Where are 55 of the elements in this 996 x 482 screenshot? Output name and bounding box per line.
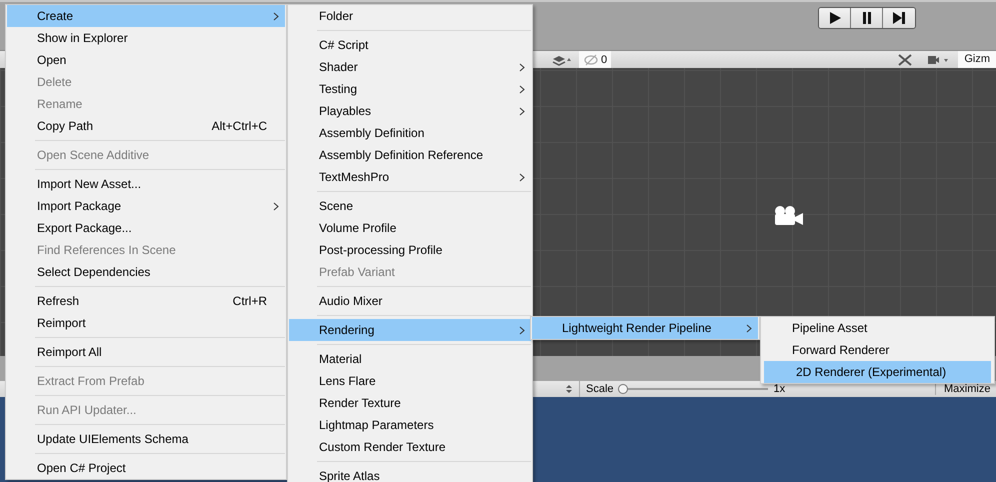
gizmos-dropdown[interactable]: Gizm [958, 51, 996, 68]
menu-item[interactable]: Export Package... [7, 217, 285, 239]
menu-item[interactable]: Forward Renderer [762, 339, 993, 361]
menu-item[interactable]: TextMeshPro [289, 166, 531, 188]
sort-arrows-icon[interactable] [565, 384, 573, 394]
menu-item[interactable]: Update UIElements Schema [7, 428, 285, 450]
menu-item[interactable]: Lens Flare [289, 370, 531, 392]
menu-item[interactable]: Show in Explorer [7, 27, 285, 49]
menu-item[interactable]: Reimport [7, 312, 285, 334]
menu-item[interactable]: Shader [289, 56, 531, 78]
chevron-right-icon [746, 324, 752, 332]
menu-item[interactable]: Open [7, 49, 285, 71]
menu-item[interactable]: Lightmap Parameters [289, 414, 531, 436]
menu-item[interactable]: Assembly Definition Reference [289, 144, 531, 166]
menu-item[interactable]: Refresh Ctrl+R [7, 290, 285, 312]
scale-label: Scale [586, 383, 614, 395]
menu-item[interactable]: Render Texture [289, 392, 531, 414]
menu-item[interactable]: Audio Mixer [289, 290, 531, 312]
chevron-right-icon [519, 326, 525, 334]
menu-item[interactable]: Post-processing Profile [289, 239, 531, 261]
menu-item[interactable]: Open C# Project [7, 457, 285, 479]
chevron-right-icon [519, 172, 525, 182]
menu-item[interactable]: Scene [289, 195, 531, 217]
play-icon [828, 11, 842, 25]
scale-slider[interactable] [618, 383, 768, 395]
chevron-right-icon [519, 62, 525, 72]
menu-item[interactable]: Pipeline Asset [762, 317, 993, 339]
menu-item[interactable]: Create [7, 5, 285, 27]
menu-item[interactable]: Assembly Definition [289, 122, 531, 144]
menu-item[interactable]: Playables [289, 100, 531, 122]
chevron-right-icon [519, 106, 525, 116]
menu-item[interactable]: Copy Path Alt+Ctrl+C [7, 115, 285, 137]
chevron-right-icon [519, 84, 525, 94]
tools-icon[interactable] [896, 52, 914, 66]
pause-button[interactable] [851, 8, 883, 28]
scale-value: 1x [774, 383, 786, 395]
menu-item[interactable]: Import New Asset... [7, 173, 285, 195]
menu-item[interactable]: Lightweight Render Pipeline [532, 317, 758, 339]
chevron-right-icon [273, 202, 279, 210]
menu-item[interactable]: Testing [289, 78, 531, 100]
hidden-count: 0 [601, 54, 608, 66]
menu-item[interactable]: Rendering [289, 319, 531, 341]
menu-item[interactable]: C# Script [289, 34, 531, 56]
menu-item[interactable]: Folder [289, 5, 531, 27]
menu-item[interactable]: Volume Profile [289, 217, 531, 239]
step-button[interactable] [883, 8, 915, 28]
play-button[interactable] [819, 8, 851, 28]
menu-item[interactable]: Custom Render Texture [289, 436, 531, 458]
chevron-right-icon [273, 12, 279, 20]
menu-item[interactable]: Import Package [7, 195, 285, 217]
menu-item[interactable]: 2D Renderer (Experimental) [764, 361, 991, 383]
menu-item[interactable]: Reimport All [7, 341, 285, 363]
menu-item[interactable]: Select Dependencies [7, 261, 285, 283]
menu-item[interactable]: Material [289, 348, 531, 370]
step-icon [892, 11, 906, 25]
